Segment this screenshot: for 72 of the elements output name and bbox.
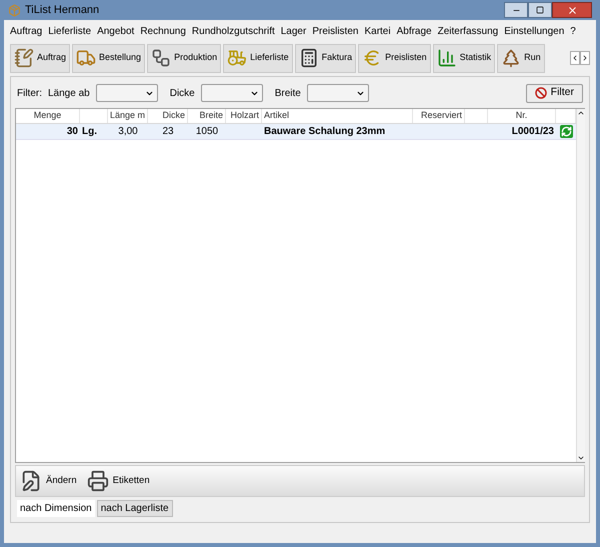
menu-item[interactable]: Kartei: [364, 24, 391, 38]
app-icon: [8, 4, 21, 16]
toolbar-button[interactable]: Preislisten: [358, 44, 431, 72]
action-button[interactable]: Ändern: [20, 467, 77, 495]
truck-icon: [76, 48, 96, 68]
toolbar-button[interactable]: Auftrag: [10, 44, 70, 72]
column-header[interactable]: Breite: [188, 109, 226, 123]
scroll-right-button[interactable]: [580, 51, 590, 65]
scrollbar[interactable]: [576, 109, 585, 462]
refresh-icon[interactable]: [560, 125, 572, 138]
column-header[interactable]: Artikel: [262, 109, 413, 123]
bar-chart-icon: [436, 48, 457, 68]
table-cell: 23: [162, 126, 174, 137]
table-cell: Bauware Schalung 23mm: [264, 126, 386, 137]
table-cell: 3,00: [118, 126, 138, 137]
column-header[interactable]: Reserviert: [413, 109, 465, 123]
filter-label: Filter:: [17, 86, 42, 100]
toolbar-button[interactable]: Statistik: [432, 44, 496, 72]
notebook-icon: [14, 48, 34, 68]
close-button[interactable]: [552, 2, 592, 18]
filter-field-label: Breite: [274, 86, 301, 100]
tab[interactable]: nach Lagerliste: [96, 500, 173, 516]
column-header[interactable]: Holzart: [226, 109, 262, 123]
scroll-left-button[interactable]: [570, 51, 580, 65]
column-header[interactable]: Menge: [16, 109, 80, 123]
toolbar-button[interactable]: Produktion: [147, 44, 222, 72]
scroll-up-icon[interactable]: [577, 109, 585, 117]
dropdown-field[interactable]: [96, 84, 158, 102]
table-cell: L0001/23: [512, 126, 554, 137]
table-row[interactable]: 30 Lg. 3,00 23 1050 Bauware Schalung 23mm L0001/23: [16, 124, 576, 140]
no-entry-icon: [534, 87, 547, 99]
menu-item[interactable]: Preislisten: [312, 24, 358, 38]
menu-item[interactable]: Zeiterfassung: [438, 24, 498, 38]
column-header[interactable]: Dicke: [148, 109, 188, 123]
filter-button[interactable]: Filter: [526, 84, 583, 102]
calculator-icon: [298, 48, 319, 68]
document-pen-icon: [20, 470, 42, 492]
column-header[interactable]: Nr.: [488, 109, 556, 123]
tractor-icon: [227, 48, 248, 68]
action-button[interactable]: Etiketten: [86, 467, 150, 495]
tab[interactable]: nach Dimension: [17, 500, 95, 516]
filter-field-label: Länge ab: [48, 86, 90, 100]
menu-item[interactable]: Lager: [280, 24, 306, 38]
table-cell: Lg.: [82, 126, 97, 137]
column-header[interactable]: Länge m: [108, 109, 148, 123]
toolbar-button[interactable]: Faktura: [294, 44, 356, 72]
flowchart-icon: [151, 48, 172, 68]
chevron-right-icon: [581, 54, 589, 62]
toolbar-button[interactable]: Run: [497, 44, 545, 72]
maximize-button[interactable]: [528, 2, 552, 18]
menu-item[interactable]: Rundholzgutschrift: [192, 24, 275, 38]
menu-item[interactable]: Auftrag: [10, 24, 42, 38]
toolbar-button[interactable]: Bestellung: [72, 44, 146, 72]
scroll-down-icon[interactable]: [577, 454, 585, 462]
table-cell: 1050: [196, 126, 218, 137]
tree-icon: [501, 48, 522, 68]
dropdown-field[interactable]: [200, 84, 263, 102]
dropdown-field[interactable]: [306, 84, 369, 102]
menu-item[interactable]: Einstellungen: [504, 24, 564, 38]
filter-field-label: Dicke: [170, 86, 195, 100]
table-cell: 30: [66, 126, 78, 137]
toolbar-button[interactable]: Lieferliste: [223, 44, 293, 72]
maximize-icon: [536, 6, 544, 14]
close-icon: [566, 4, 578, 16]
menu-item[interactable]: Angebot: [97, 24, 134, 38]
menu-item[interactable]: ?: [570, 24, 576, 38]
menu-item[interactable]: Lieferliste: [48, 24, 92, 38]
chevron-left-icon: [571, 54, 579, 62]
menu-item[interactable]: Abfrage: [396, 24, 432, 38]
window-title: TiList Hermann: [25, 2, 100, 18]
printer-icon: [86, 470, 109, 492]
menu-item[interactable]: Rechnung: [140, 24, 186, 38]
